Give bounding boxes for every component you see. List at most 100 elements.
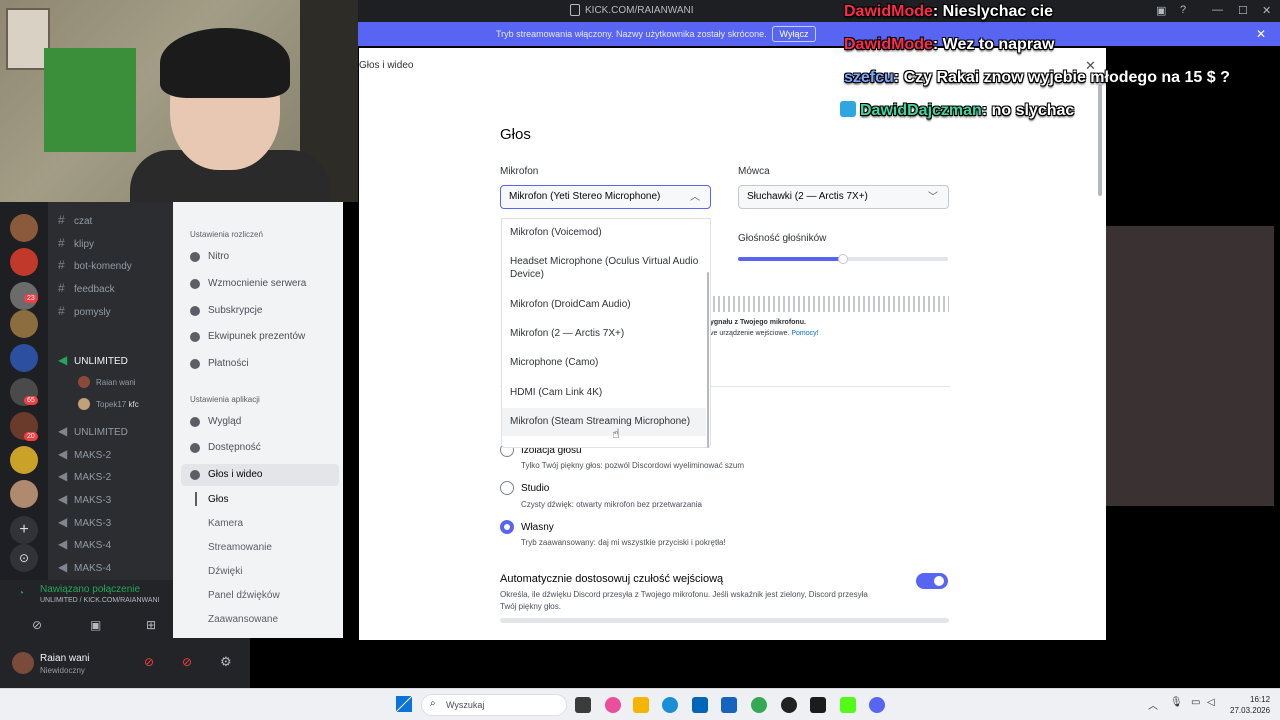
nav-nitro[interactable]: Nitro bbox=[181, 246, 331, 268]
voice-user[interactable]: Raian wani bbox=[78, 376, 136, 388]
outlook-icon[interactable] bbox=[721, 697, 737, 713]
subnav-advanced[interactable]: Zaawansowane bbox=[208, 614, 278, 625]
store-icon[interactable] bbox=[692, 697, 708, 713]
subnav-sounds[interactable]: Dźwięki bbox=[208, 566, 242, 577]
edge-icon[interactable] bbox=[662, 697, 678, 713]
auto-sensitivity-toggle[interactable] bbox=[916, 573, 948, 589]
taskbar-clock[interactable]: 16:12 27.03.2026 bbox=[1230, 694, 1270, 716]
voice-user[interactable]: Topek17 kfc bbox=[78, 398, 139, 410]
meter-info-text: ve urządzenie wejściowe. Pomocy! bbox=[710, 330, 819, 337]
server-icon[interactable] bbox=[10, 480, 38, 508]
maximize-icon[interactable]: ☐ bbox=[1238, 4, 1248, 17]
browser-url[interactable]: KICK.COM/RAIANWANI bbox=[585, 5, 694, 16]
screen-share-icon[interactable]: ▣ bbox=[90, 618, 101, 632]
toggle-knob bbox=[934, 576, 944, 586]
unread-badge: 20 bbox=[24, 432, 38, 441]
user-status: Niewidoczny bbox=[40, 666, 85, 675]
channel-item[interactable]: # klipy bbox=[58, 236, 94, 250]
radio-studio[interactable] bbox=[500, 481, 514, 495]
nav-voice-video[interactable]: Głos i wideo bbox=[181, 464, 339, 486]
server-icon[interactable] bbox=[10, 344, 38, 372]
terminal-icon[interactable] bbox=[810, 697, 826, 713]
subnav-camera[interactable]: Kamera bbox=[208, 518, 243, 529]
chat-message: DawidMode: Nieslychac cie bbox=[844, 3, 1053, 20]
minimize-icon[interactable]: — bbox=[1212, 4, 1223, 16]
activity-icon[interactable]: ⊞ bbox=[146, 618, 156, 632]
mic-option[interactable]: Mikrofon (2 — Arctis 7X+) bbox=[502, 327, 706, 340]
camera-off-icon[interactable]: ⊘ bbox=[32, 618, 42, 632]
microphone-tray-icon[interactable]: 🎙 bbox=[1170, 697, 1183, 708]
mic-muted-icon[interactable]: ⊘ bbox=[144, 655, 154, 669]
gear-icon[interactable]: ⚙ bbox=[220, 654, 232, 670]
speaker-select[interactable]: Słuchawki (2 — Arctis 7X+) ﹀ bbox=[738, 185, 949, 209]
modal-scrollbar[interactable] bbox=[1098, 84, 1102, 196]
screenshot-icon[interactable]: ▣ bbox=[1156, 4, 1166, 17]
nav-accessibility[interactable]: Dostępność bbox=[181, 437, 331, 459]
tray-chevron-icon[interactable]: ︿ bbox=[1148, 697, 1158, 712]
sensitivity-bar[interactable] bbox=[500, 618, 949, 623]
speaker-icon: ◀ bbox=[58, 424, 68, 438]
help-link[interactable]: Pomocy! bbox=[791, 330, 818, 337]
channel-item[interactable]: # czat bbox=[58, 213, 92, 227]
server-icon[interactable] bbox=[10, 248, 38, 276]
nav-gift-inventory[interactable]: Ekwipunek prezentów bbox=[181, 326, 331, 348]
server-icon[interactable] bbox=[10, 214, 38, 242]
server-icon[interactable] bbox=[10, 446, 38, 474]
hash-icon: # bbox=[58, 236, 65, 250]
copilot-icon[interactable] bbox=[605, 697, 621, 713]
nav-server-boost[interactable]: Wzmocnienie serwera bbox=[181, 273, 331, 295]
dropdown-scrollbar[interactable] bbox=[707, 272, 709, 448]
chrome-icon[interactable] bbox=[751, 697, 767, 713]
mic-option[interactable]: Mikrofon (Voicemod) bbox=[502, 226, 706, 239]
obs-icon[interactable] bbox=[781, 697, 797, 713]
slider-knob[interactable] bbox=[838, 254, 848, 264]
voice-channel-item[interactable]: ◀ MAKS-4 bbox=[58, 560, 111, 574]
explore-icon[interactable]: ⊙ bbox=[10, 544, 38, 572]
gift-icon bbox=[190, 332, 200, 342]
close-banner-icon[interactable]: ✕ bbox=[1256, 27, 1266, 41]
file-explorer-icon[interactable] bbox=[633, 697, 649, 713]
close-window-icon[interactable]: ✕ bbox=[1262, 4, 1271, 17]
radio-custom[interactable] bbox=[500, 520, 514, 534]
voice-channel-item[interactable]: ◀ MAKS-4 bbox=[58, 537, 111, 551]
monitor-icon[interactable]: ▭ bbox=[1191, 697, 1200, 708]
taskbar-search[interactable]: Wyszukaj bbox=[421, 694, 567, 716]
server-icon[interactable] bbox=[10, 310, 38, 338]
mic-option[interactable]: Mikrofon (DroidCam Audio) bbox=[502, 298, 706, 311]
mic-option[interactable]: Microphone (Camo) bbox=[502, 356, 706, 369]
channel-item[interactable]: # pomysly bbox=[58, 304, 111, 318]
channel-item[interactable]: # bot-komendy bbox=[58, 258, 132, 272]
discord-icon[interactable] bbox=[869, 697, 885, 713]
nav-subscriptions[interactable]: Subskrypcje bbox=[181, 300, 331, 322]
nav-appearance[interactable]: Wygląd bbox=[181, 411, 331, 433]
volume-icon[interactable]: ◁ bbox=[1207, 697, 1215, 708]
voice-channel-item[interactable]: ◀ UNLIMITED bbox=[58, 353, 128, 367]
kick-icon[interactable] bbox=[840, 697, 856, 713]
avatar[interactable] bbox=[12, 652, 34, 674]
mode-desc: Tryb zaawansowany: daj mi wszystkie przy… bbox=[521, 538, 726, 547]
subnav-streaming[interactable]: Streamowanie bbox=[208, 542, 272, 553]
deafened-icon[interactable]: ⊘ bbox=[182, 655, 192, 669]
voice-channel-item[interactable]: ◀ MAKS-3 bbox=[58, 515, 111, 529]
subnav-voice[interactable]: Głos bbox=[208, 494, 229, 505]
webcam-overlay bbox=[0, 0, 358, 202]
help-icon[interactable]: ? bbox=[1180, 4, 1186, 16]
mic-option[interactable]: Mikrofon (Steam Streaming Microphone) bbox=[502, 408, 706, 436]
speaker-volume-slider[interactable] bbox=[738, 254, 948, 264]
channel-item[interactable]: # feedback bbox=[58, 281, 115, 295]
nav-payments[interactable]: Płatności bbox=[181, 353, 331, 375]
mic-option[interactable]: HDMI (Cam Link 4K) bbox=[502, 386, 706, 399]
windows-start-icon[interactable] bbox=[396, 696, 412, 712]
add-server-icon[interactable]: + bbox=[10, 516, 38, 544]
voice-status[interactable]: Nawiązano połączenie bbox=[40, 584, 140, 595]
mic-select[interactable]: Mikrofon (Yeti Stereo Microphone) ︿ bbox=[500, 185, 711, 209]
voice-channel-item[interactable]: ◀ MAKS-3 bbox=[58, 492, 111, 506]
voice-channel-item[interactable]: ◀ UNLIMITED bbox=[58, 424, 128, 438]
mic-option[interactable]: Headset Microphone (Oculus Virtual Audio… bbox=[502, 255, 706, 281]
subnav-soundboard[interactable]: Panel dźwięków bbox=[208, 590, 280, 601]
disable-streamer-mode-button[interactable]: Wyłącz bbox=[772, 26, 816, 42]
voice-channel-item[interactable]: ◀ MAKS-2 bbox=[58, 447, 111, 461]
avatar bbox=[78, 398, 90, 410]
voice-channel-item[interactable]: ◀ MAKS-2 bbox=[58, 469, 111, 483]
task-view-icon[interactable] bbox=[575, 697, 591, 713]
